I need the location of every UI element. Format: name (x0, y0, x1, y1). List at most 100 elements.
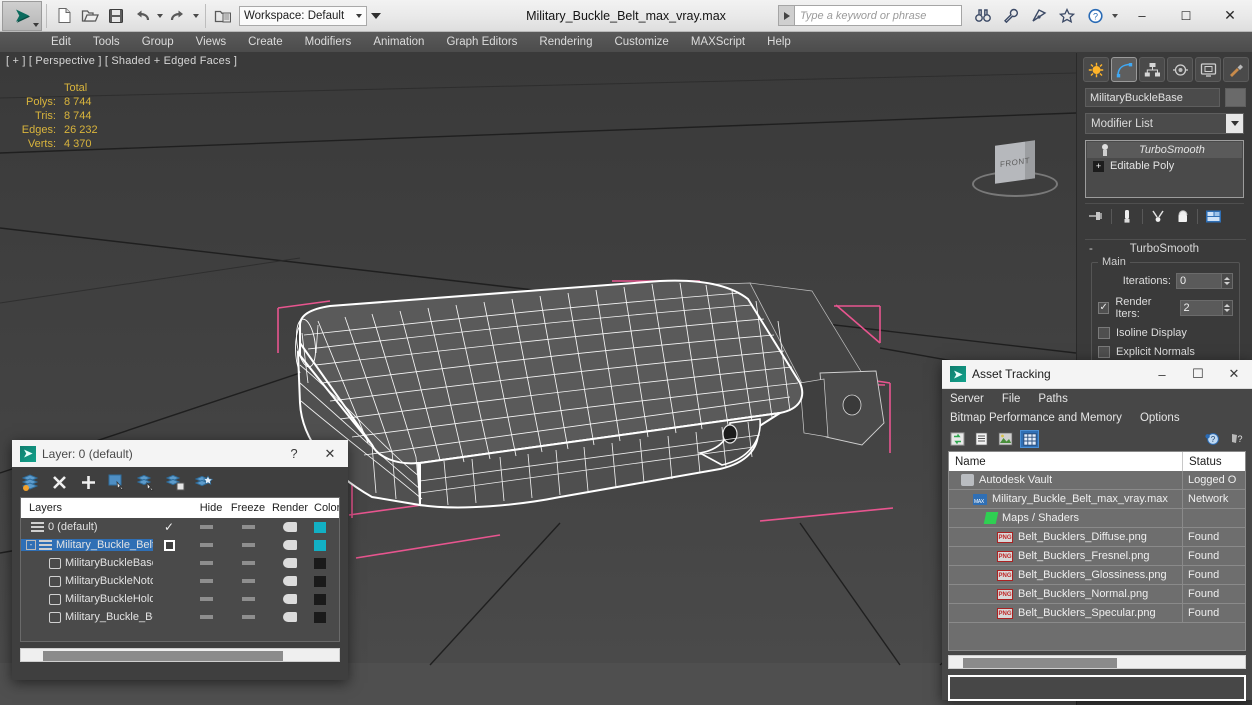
logo-dropdown-arrow-icon[interactable] (33, 22, 39, 27)
layer-name-cell[interactable]: - Military_Buckle_Belt (21, 539, 153, 551)
menu-item-views[interactable]: Views (185, 34, 237, 50)
modifier-list-dropdown[interactable]: Modifier List (1085, 113, 1244, 134)
show-end-result-icon[interactable] (1116, 207, 1138, 226)
delete-layer-icon[interactable] (49, 472, 69, 492)
asset-row[interactable]: Belt_Bucklers_Diffuse.png Found (949, 528, 1245, 547)
column-header-name[interactable]: Name (949, 452, 1183, 471)
layer-name-cell[interactable]: MilitaryBuckleBase (21, 557, 153, 569)
redo-icon[interactable] (166, 4, 190, 28)
layer-current-cell[interactable] (153, 539, 185, 551)
asset-name-cell[interactable]: Belt_Bucklers_Diffuse.png (949, 528, 1183, 546)
color-swatch[interactable] (314, 521, 326, 533)
redo-dropdown-icon[interactable] (191, 4, 201, 28)
menu-item-graph-editors[interactable]: Graph Editors (435, 34, 528, 50)
layer-render-cell[interactable] (269, 540, 311, 550)
asset-name-cell[interactable]: Autodesk Vault (949, 471, 1183, 489)
menu-item-maxscript[interactable]: MAXScript (680, 34, 756, 50)
layer-row[interactable]: MilitaryBuckleHolder (21, 590, 339, 608)
modifier-stack-item[interactable]: TurboSmooth (1087, 142, 1242, 158)
empty-square-icon[interactable] (163, 539, 175, 551)
isoline-display-checkbox[interactable] (1098, 327, 1110, 339)
wrench-icon[interactable] (999, 4, 1023, 28)
layer-freeze-cell[interactable] (227, 525, 269, 529)
window-minimize-button[interactable]: – (1120, 0, 1164, 31)
pin-stack-icon[interactable] (1085, 207, 1107, 226)
search-expand-icon[interactable] (778, 5, 794, 26)
layer-row[interactable]: MilitaryBuckleNotched (21, 572, 339, 590)
render-iters-input[interactable]: 2 (1179, 300, 1223, 316)
menu-item-animation[interactable]: Animation (362, 34, 435, 50)
binoculars-icon[interactable] (971, 4, 995, 28)
iterations-input[interactable]: 0 (1176, 273, 1222, 289)
layer-name-cell[interactable]: Military_Buckle_Belt (21, 611, 153, 623)
layer-render-cell[interactable] (269, 522, 311, 532)
thumbnail-view-icon[interactable] (996, 430, 1015, 448)
help-icon[interactable]: ? (1083, 4, 1107, 28)
color-swatch[interactable] (314, 593, 326, 605)
asset-tracking-horizontal-scrollbar[interactable] (948, 655, 1246, 669)
menu-item-tools[interactable]: Tools (82, 34, 131, 50)
hierarchy-tab-icon[interactable] (1139, 57, 1165, 82)
open-file-icon[interactable] (78, 4, 102, 28)
column-header-layers[interactable]: Layers (21, 498, 195, 518)
save-file-icon[interactable] (104, 4, 128, 28)
asset-row[interactable]: Belt_Bucklers_Fresnel.png Found (949, 547, 1245, 566)
layer-dialog[interactable]: ➤ Layer: 0 (default) ? ✕ Layers Hide Fre… (12, 440, 348, 680)
color-swatch[interactable] (314, 539, 326, 551)
layer-freeze-cell[interactable] (227, 615, 269, 619)
layer-dialog-close-button[interactable]: ✕ (312, 440, 348, 468)
explicit-normals-row[interactable]: Explicit Normals (1098, 346, 1233, 358)
set-project-folder-icon[interactable] (211, 4, 235, 28)
layer-color-cell[interactable] (311, 557, 339, 569)
modifier-stack[interactable]: TurboSmooth + Editable Poly (1085, 140, 1244, 198)
render-iters-spinner[interactable] (1222, 300, 1233, 316)
layer-row[interactable]: - Military_Buckle_Belt (21, 536, 339, 554)
asset-name-cell[interactable]: Belt_Bucklers_Specular.png (949, 604, 1183, 622)
create-tab-icon[interactable] (1083, 57, 1109, 82)
color-swatch[interactable] (314, 557, 326, 569)
asset-row[interactable]: Military_Buckle_Belt_max_vray.max Network (949, 490, 1245, 509)
column-header-freeze[interactable]: Freeze (227, 498, 269, 518)
layer-color-cell[interactable] (311, 593, 339, 605)
layer-hide-cell[interactable] (185, 561, 227, 565)
rollout-collapse-icon[interactable]: - (1089, 243, 1093, 255)
color-swatch[interactable] (314, 611, 326, 623)
asset-name-cell[interactable]: Military_Buckle_Belt_max_vray.max (949, 490, 1183, 508)
highlight-selected-objects-icon[interactable] (136, 472, 156, 492)
asset-name-cell[interactable]: Belt_Bucklers_Normal.png (949, 585, 1183, 603)
star-icon[interactable] (1055, 4, 1079, 28)
list-view-icon[interactable] (972, 430, 991, 448)
layer-row[interactable]: Military_Buckle_Belt (21, 608, 339, 626)
workspace-selector[interactable]: Workspace: Default (239, 5, 367, 26)
scrollbar-thumb[interactable] (963, 658, 1117, 668)
workspace-dropdown-button[interactable] (367, 5, 385, 27)
layer-hide-cell[interactable] (185, 615, 227, 619)
layer-row[interactable]: 0 (default) ✓ (21, 518, 339, 536)
layer-hide-cell[interactable] (185, 579, 227, 583)
layer-freeze-cell[interactable] (227, 543, 269, 547)
layer-freeze-cell[interactable] (227, 597, 269, 601)
layer-color-cell[interactable] (311, 611, 339, 623)
make-unique-icon[interactable] (1147, 207, 1169, 226)
layer-name-cell[interactable]: MilitaryBuckleHolder (21, 593, 153, 605)
menu-item-edit[interactable]: Edit (40, 34, 82, 50)
new-file-icon[interactable] (52, 4, 76, 28)
display-tab-icon[interactable] (1195, 57, 1221, 82)
layer-color-cell[interactable] (311, 539, 339, 551)
new-layer-icon[interactable] (20, 472, 40, 492)
window-close-button[interactable]: ✕ (1208, 0, 1252, 31)
asset-row[interactable]: Belt_Bucklers_Glossiness.png Found (949, 566, 1245, 585)
color-swatch[interactable] (314, 575, 326, 587)
column-header-render[interactable]: Render (269, 498, 311, 518)
layer-name-cell[interactable]: 0 (default) (21, 521, 153, 533)
select-highlighted-layers-icon[interactable] (194, 472, 214, 492)
object-name-field[interactable]: MilitaryBuckleBase (1085, 88, 1220, 107)
view-cube-box[interactable]: FRONT (995, 140, 1035, 184)
asset-row[interactable]: Belt_Bucklers_Normal.png Found (949, 585, 1245, 604)
asset-tracking-grid[interactable]: Name Status Autodesk Vault Logged O Milita… (948, 451, 1246, 651)
configure-modifier-sets-icon[interactable] (1202, 207, 1224, 226)
column-header-color[interactable]: Color (311, 498, 339, 518)
layer-name-cell[interactable]: MilitaryBuckleNotched (21, 575, 153, 587)
layer-grid[interactable]: Layers Hide Freeze Render Color 0 (defau… (20, 497, 340, 642)
satellite-icon[interactable] (1027, 4, 1051, 28)
